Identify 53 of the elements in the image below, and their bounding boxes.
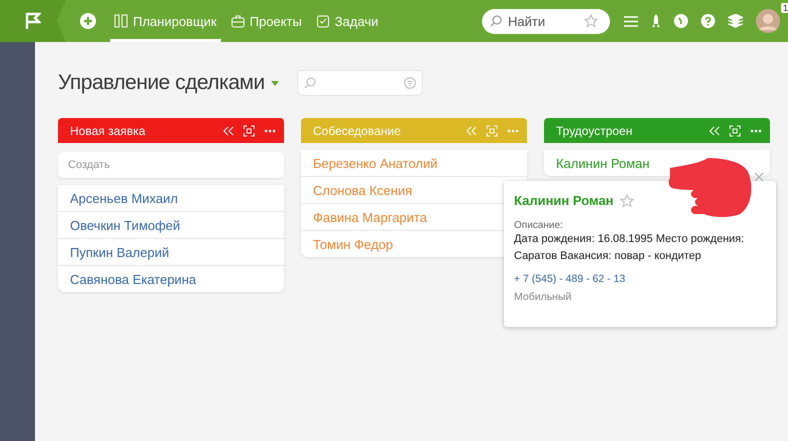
collapse-icon[interactable] bbox=[223, 126, 234, 136]
rocket-icon[interactable] bbox=[651, 14, 661, 28]
deal-card-link[interactable]: Пупкин Валерий bbox=[70, 244, 170, 260]
column-title: Трудоустроен bbox=[556, 124, 634, 138]
deal-card-link[interactable]: Савянова Екатерина bbox=[70, 272, 196, 286]
nav-tab[interactable]: Проекты bbox=[226, 0, 306, 42]
notification-badge: 1 bbox=[780, 3, 788, 13]
star-icon[interactable] bbox=[584, 14, 598, 28]
page-title: Управление сделками bbox=[58, 71, 265, 95]
nav-tab[interactable]: Задачи bbox=[312, 0, 382, 42]
collapse-icon[interactable] bbox=[466, 126, 477, 136]
nav-tab[interactable]: Планировщик bbox=[110, 0, 221, 42]
deal-card-link[interactable]: Фавина Маргарита bbox=[313, 210, 427, 224]
add-icon[interactable] bbox=[80, 13, 96, 29]
deal-card-link[interactable]: Слонова Ксения bbox=[313, 182, 412, 198]
search-icon bbox=[304, 77, 316, 89]
filter-search-field[interactable] bbox=[296, 70, 423, 96]
column-title: Новая заявка bbox=[70, 124, 146, 138]
clock-icon[interactable] bbox=[674, 14, 688, 28]
description-label: Описание: bbox=[514, 220, 564, 231]
close-icon[interactable] bbox=[754, 172, 764, 182]
more-icon[interactable] bbox=[750, 128, 762, 132]
clipboard-check-icon bbox=[316, 14, 330, 28]
logo[interactable] bbox=[0, 0, 66, 42]
deal-card-link[interactable]: Томин Федор bbox=[313, 236, 394, 252]
deal-card-link[interactable]: Калинин Роман bbox=[556, 156, 650, 170]
contact-name: Калинин Роман bbox=[514, 193, 614, 208]
caret-icon[interactable] bbox=[270, 80, 279, 86]
phone-type: Мобильный bbox=[514, 291, 572, 303]
more-icon[interactable] bbox=[264, 128, 276, 132]
filter-icon[interactable] bbox=[404, 77, 416, 89]
star-icon[interactable] bbox=[620, 194, 634, 208]
scan-icon[interactable] bbox=[486, 124, 498, 136]
phone-link[interactable]: + 7 (545) - 489 - 62 - 13 bbox=[514, 273, 766, 285]
create-field[interactable]: Создать bbox=[58, 152, 284, 178]
description-text: Дата рождения: 16.08.1995 Место рождения: Саратов Вакансия: повар - кондитер bbox=[514, 232, 746, 264]
help-icon[interactable] bbox=[701, 14, 715, 28]
deal-card-link[interactable]: Березенко Анатолий bbox=[313, 156, 438, 170]
column-title: Собеседование bbox=[313, 124, 402, 138]
menu-icon[interactable] bbox=[624, 16, 638, 26]
more-icon[interactable] bbox=[507, 128, 519, 132]
flag-icon bbox=[25, 12, 41, 30]
scan-icon[interactable] bbox=[243, 124, 255, 136]
scan-icon[interactable] bbox=[729, 124, 741, 136]
deal-card-link[interactable]: Арсеньев Михаил bbox=[70, 190, 178, 206]
deal-card-link[interactable]: Овечкин Тимофей bbox=[70, 218, 180, 232]
search-icon bbox=[490, 15, 502, 27]
layers-icon[interactable] bbox=[728, 14, 743, 28]
columns-icon bbox=[114, 14, 128, 28]
briefcase-icon bbox=[230, 14, 245, 28]
search-field[interactable]: Найти bbox=[482, 8, 610, 34]
collapse-icon[interactable] bbox=[709, 126, 720, 136]
avatar[interactable] bbox=[756, 9, 780, 33]
